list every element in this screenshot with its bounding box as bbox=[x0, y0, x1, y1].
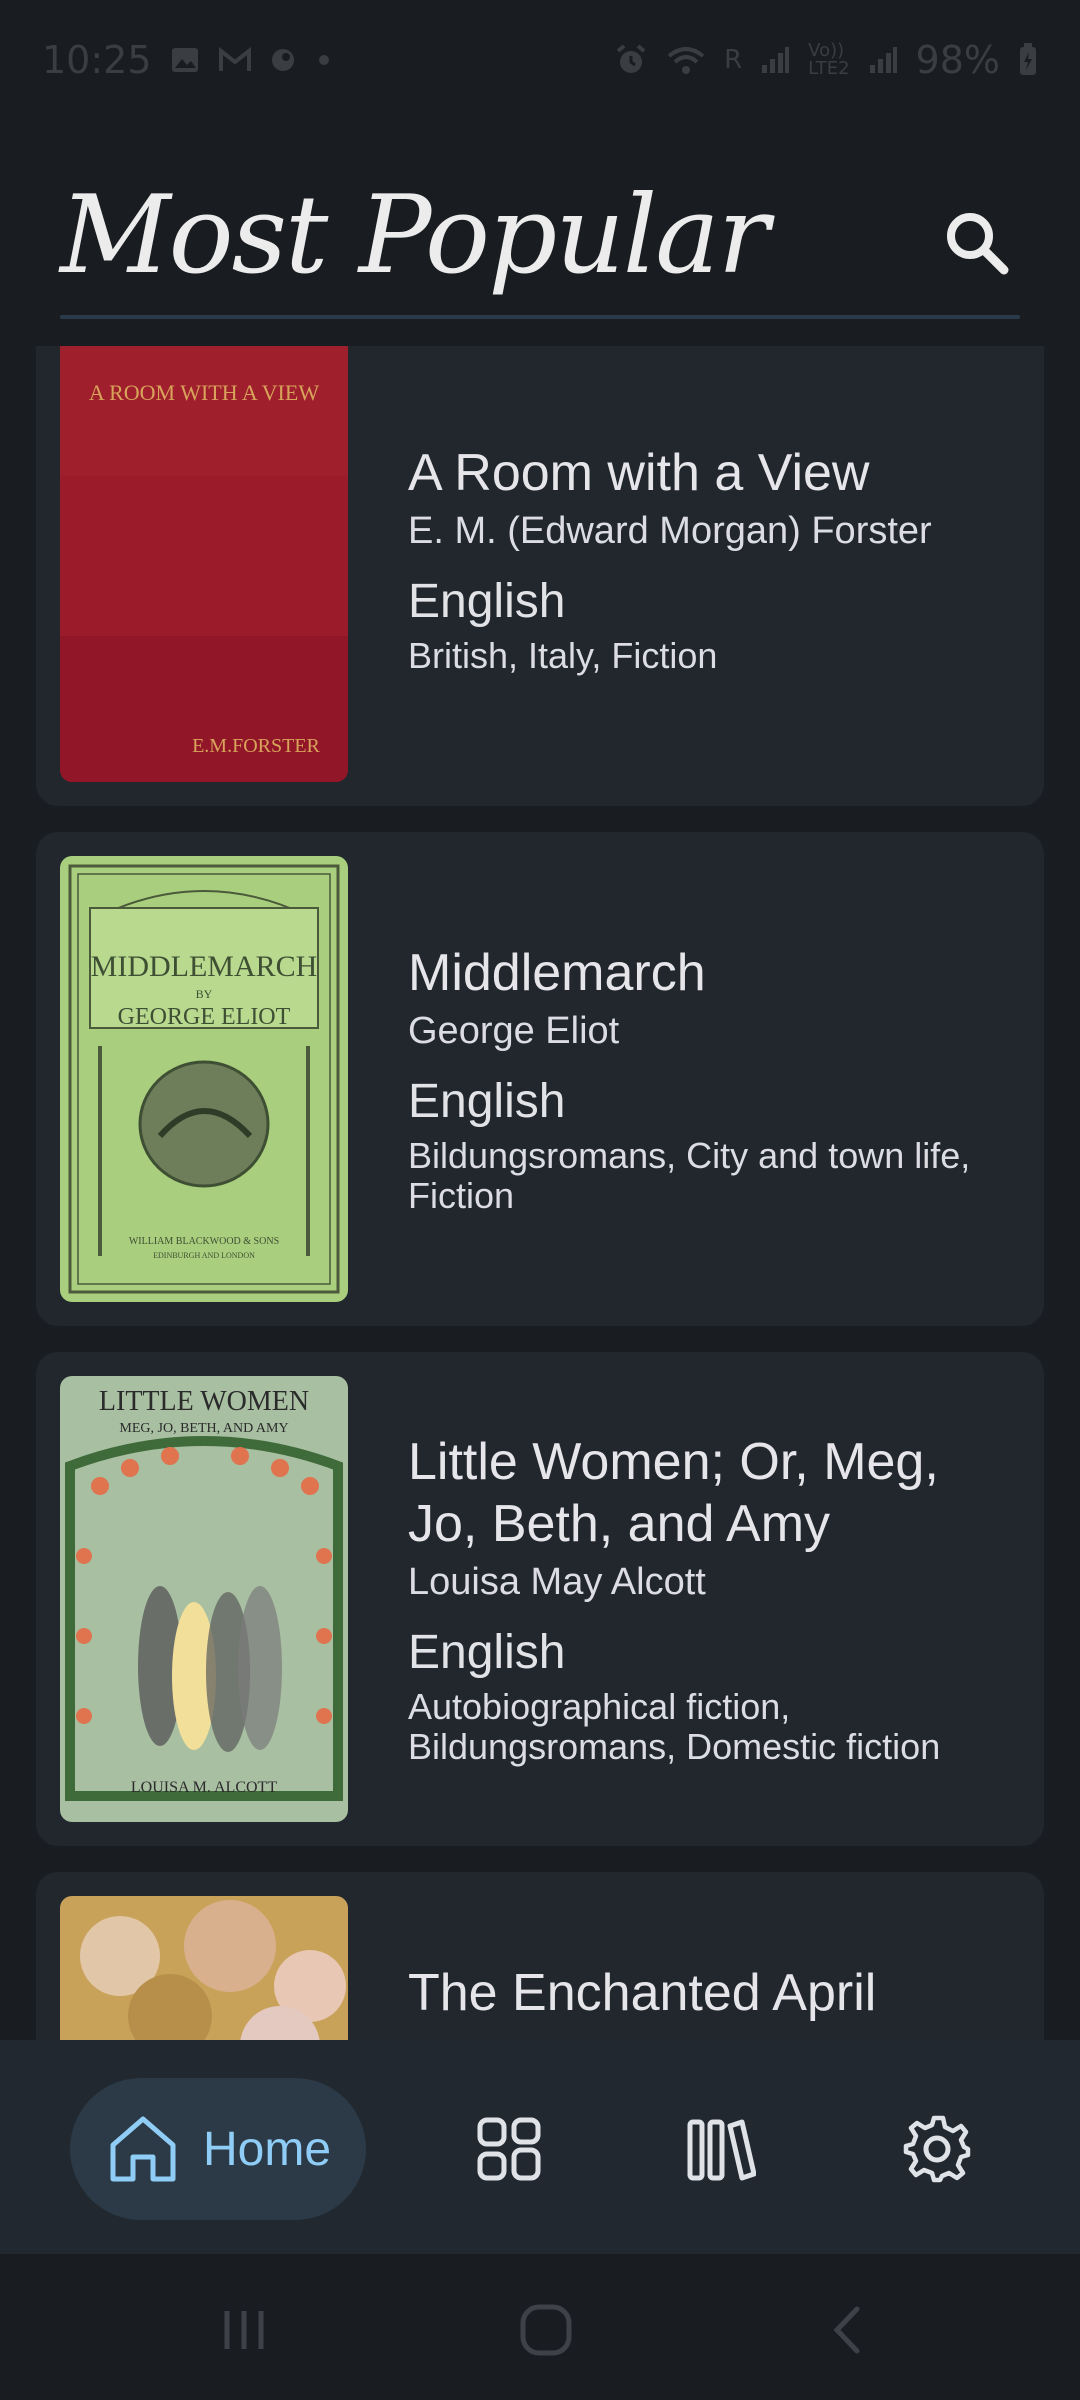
cover-publisher-text: WILLIAM BLACKWOOD & SONS bbox=[129, 1236, 279, 1247]
cover-subtitle-text: MEG, JO, BETH, AND AMY bbox=[119, 1421, 288, 1436]
book-author: E. M. (Edward Morgan) Forster bbox=[408, 510, 932, 552]
volte-label: Vo)) LTE2 bbox=[808, 40, 850, 79]
app-header: Most Popular bbox=[0, 120, 1080, 346]
library-icon bbox=[687, 2119, 756, 2181]
book-cover: A ROOM WITH A VIEW E.M.FORSTER bbox=[60, 346, 348, 782]
page-title: Most Popular bbox=[60, 173, 769, 298]
image-icon bbox=[171, 48, 198, 72]
header-divider bbox=[60, 315, 1020, 319]
book-cover: LITTLE WOMEN MEG, JO, BETH, AND AMY LOUI… bbox=[60, 1376, 348, 1822]
roaming-label: R bbox=[724, 45, 743, 75]
cover-author-text: LOUISA M. ALCOTT bbox=[131, 1779, 277, 1796]
book-card[interactable]: The Enchanted April bbox=[36, 1872, 1044, 2040]
book-author: George Eliot bbox=[408, 1010, 620, 1052]
wifi-icon bbox=[667, 47, 705, 74]
book-subjects: Bildungsromans, City and town life, Fict… bbox=[408, 1135, 971, 1216]
status-bar: 10:25 R Vo)) LTE2 98% bbox=[0, 0, 1080, 120]
recents-button[interactable] bbox=[204, 2290, 284, 2370]
cover-author-text: E.M.FORSTER bbox=[192, 735, 320, 757]
book-author: Louisa May Alcott bbox=[408, 1561, 706, 1603]
cover-title-text: LITTLE WOMEN bbox=[99, 1386, 309, 1417]
search-button[interactable] bbox=[932, 198, 1022, 288]
status-right: R Vo)) LTE2 98% bbox=[614, 38, 1038, 82]
book-title: Middlemarch bbox=[408, 944, 706, 1002]
nav-library[interactable] bbox=[668, 2078, 774, 2220]
book-card[interactable]: LITTLE WOMEN MEG, JO, BETH, AND AMY LOUI… bbox=[36, 1352, 1044, 1846]
bottom-navigation: Home bbox=[0, 2040, 1080, 2254]
alarm-icon bbox=[616, 44, 646, 73]
signal-icon bbox=[762, 47, 790, 73]
book-info: The Enchanted April bbox=[408, 1872, 1020, 2040]
book-info: Little Women; Or, Meg, Jo, Beth, and Amy… bbox=[408, 1352, 1020, 1846]
app-icon bbox=[271, 49, 294, 71]
back-icon bbox=[833, 2306, 860, 2354]
book-info: A Room with a View E. M. (Edward Morgan)… bbox=[408, 346, 1020, 806]
book-language: English bbox=[408, 1626, 566, 1679]
settings-icon bbox=[903, 2115, 971, 2183]
battery-charging-icon bbox=[1020, 43, 1036, 75]
book-card[interactable]: MIDDLEMARCH BY GEORGE ELIOT WILLIAM BLAC… bbox=[36, 832, 1044, 1326]
nav-categories[interactable] bbox=[456, 2078, 562, 2220]
status-left: 10:25 bbox=[42, 38, 334, 82]
back-button[interactable] bbox=[808, 2290, 888, 2370]
recents-icon bbox=[224, 2311, 264, 2349]
book-list[interactable]: A ROOM WITH A VIEW E.M.FORSTER A Room wi… bbox=[0, 346, 1080, 2040]
nav-home[interactable]: Home bbox=[70, 2078, 366, 2220]
book-language: English bbox=[408, 575, 566, 628]
search-icon bbox=[947, 213, 1009, 275]
book-cover bbox=[60, 1896, 348, 2040]
book-title: A Room with a View bbox=[408, 444, 870, 502]
cover-title-text: A ROOM WITH A VIEW bbox=[89, 380, 319, 405]
home-circle-icon bbox=[520, 2304, 572, 2356]
system-home-button[interactable] bbox=[506, 2290, 586, 2370]
cover-place-text: EDINBURGH AND LONDON bbox=[153, 1251, 255, 1260]
cover-author-text: GEORGE ELIOT bbox=[118, 1004, 291, 1030]
book-card[interactable]: A ROOM WITH A VIEW E.M.FORSTER A Room wi… bbox=[36, 346, 1044, 806]
book-subjects: Autobiographical fiction, Bildungsromans… bbox=[408, 1686, 941, 1767]
dot-icon bbox=[318, 55, 329, 65]
nav-settings[interactable] bbox=[884, 2078, 990, 2220]
cover-by-text: BY bbox=[196, 987, 213, 1001]
book-cover: MIDDLEMARCH BY GEORGE ELIOT WILLIAM BLAC… bbox=[60, 856, 348, 1302]
system-navigation-bar bbox=[0, 2254, 1080, 2400]
book-title: Little Women; Or, Meg, Jo, Beth, and Amy bbox=[408, 1433, 939, 1553]
book-language: English bbox=[408, 1075, 566, 1128]
categories-icon bbox=[477, 2117, 541, 2181]
book-title: The Enchanted April bbox=[408, 1964, 877, 2022]
status-time: 10:25 bbox=[42, 38, 152, 82]
battery-percent: 98% bbox=[915, 38, 1000, 82]
signal-icon bbox=[869, 47, 897, 73]
book-info: Middlemarch George Eliot English Bildung… bbox=[408, 832, 1020, 1326]
gmail-icon bbox=[218, 46, 251, 71]
nav-home-label: Home bbox=[202, 2122, 332, 2176]
book-subjects: British, Italy, Fiction bbox=[408, 635, 718, 676]
home-icon bbox=[110, 2116, 176, 2182]
cover-title-text: MIDDLEMARCH bbox=[91, 950, 318, 983]
